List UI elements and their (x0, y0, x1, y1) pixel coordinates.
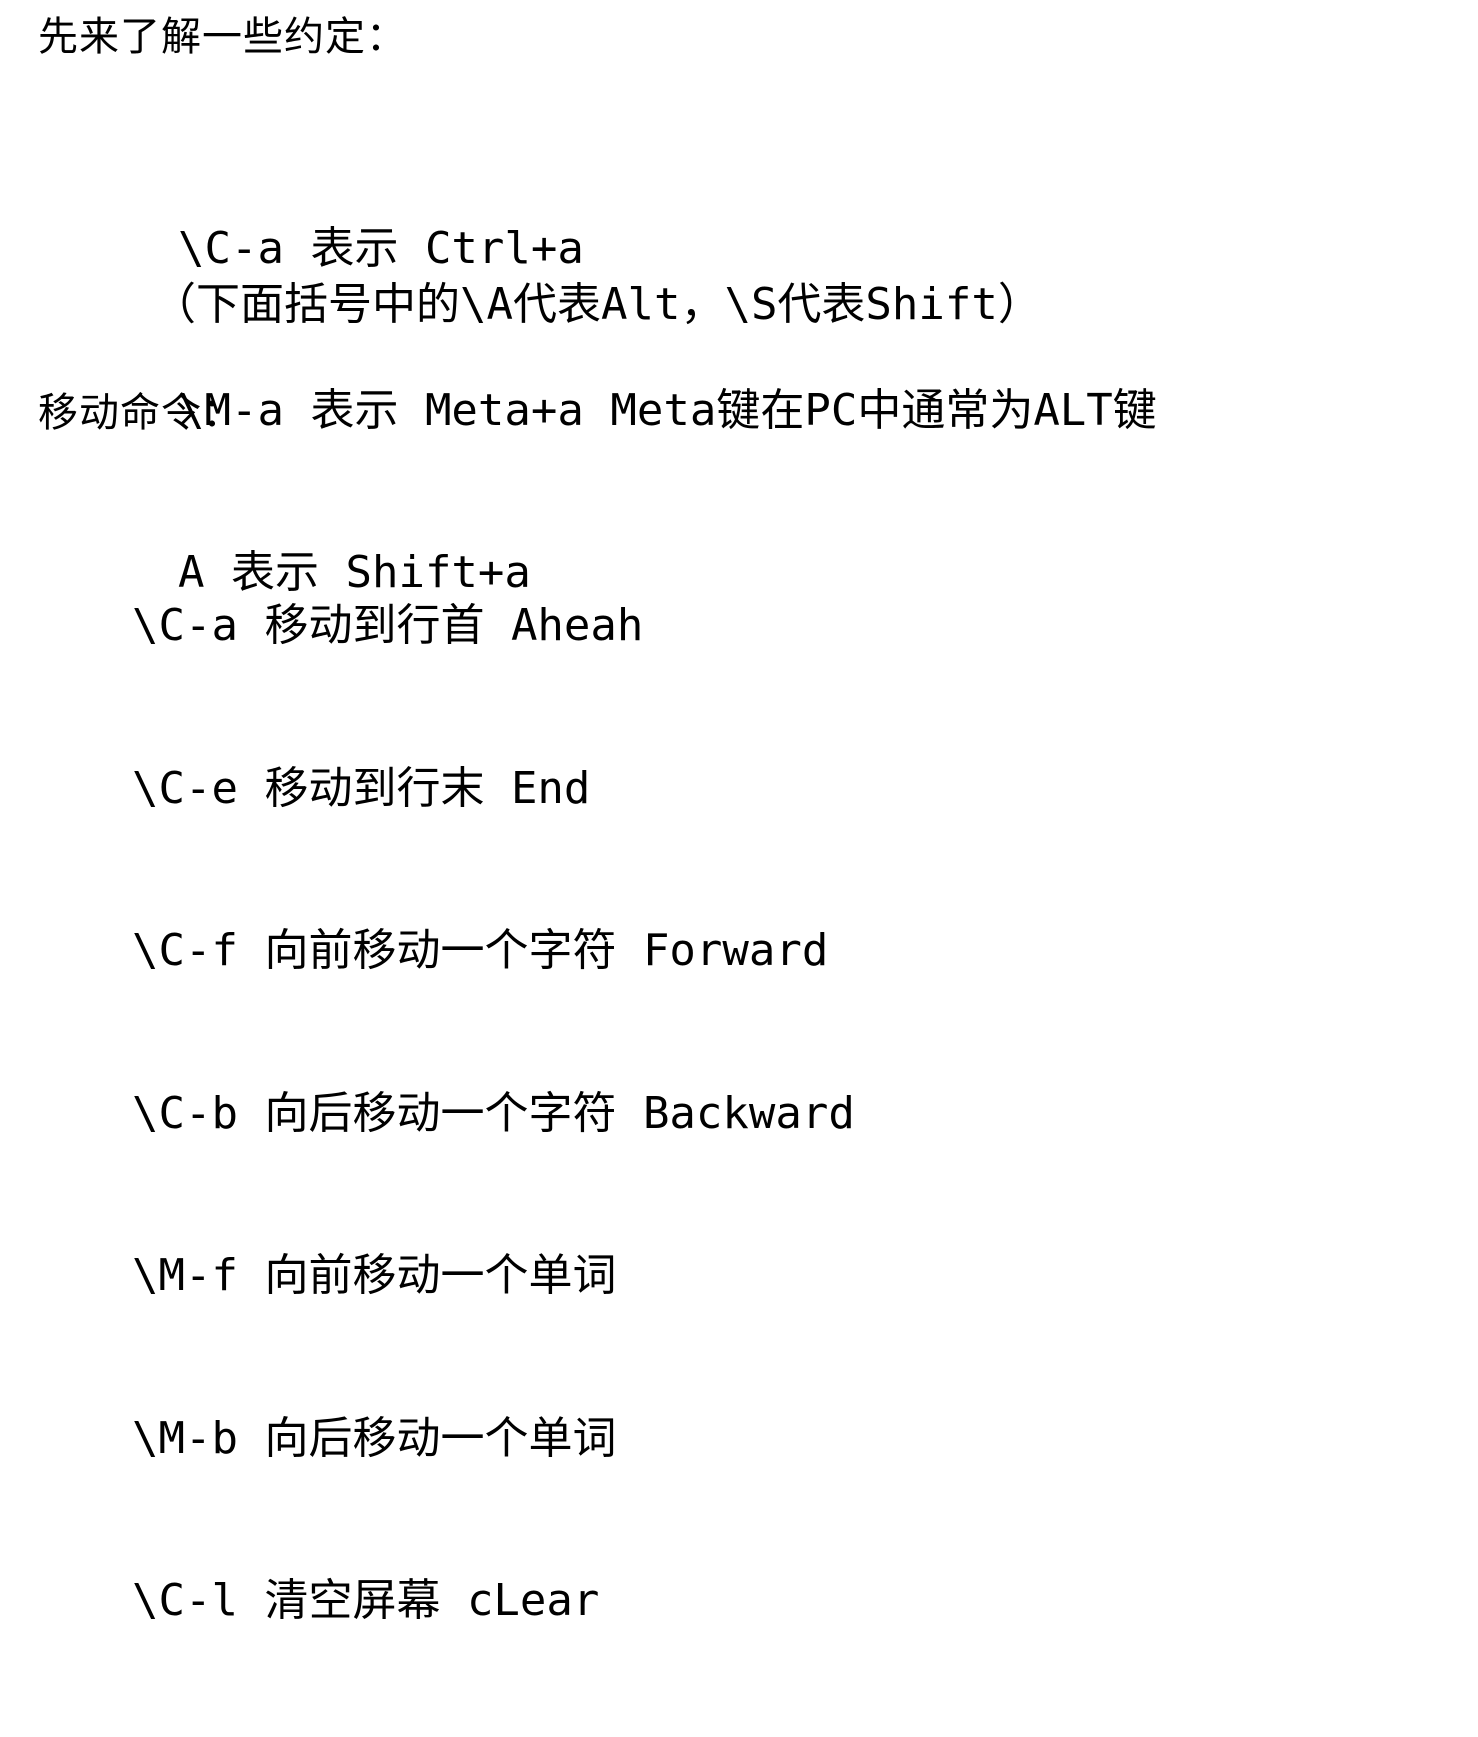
command-item: \C-l 清空屏幕 cLear (132, 1575, 600, 1626)
command-item: \C-f 向前移动一个字符 Forward (132, 925, 829, 976)
document-page: 先来了解一些约定： \C-a 表示 Ctrl+a \M-a 表示 Meta+a … (0, 0, 1478, 1626)
conventions-heading: 先来了解一些约定： (38, 14, 407, 60)
convention-item: \M-a 表示 Meta+a Meta键在PC中通常为ALT键 (178, 385, 1157, 436)
convention-item: \C-a 表示 Ctrl+a (178, 223, 584, 274)
command-item: \C-e 移动到行末 End (132, 762, 591, 814)
command-item: \C-b 向后移动一个字符 Backward (132, 1087, 855, 1139)
movement-command-list: \C-a 移动到行首 Aheah \C-e 移动到行末 End \C-f 向前移… (132, 491, 855, 1737)
command-item: \M-b 向后移动一个单词 (132, 1412, 617, 1464)
movement-heading: 移动命令： (38, 390, 243, 436)
conventions-note: （下面括号中的\A代表Alt，\S代表Shift） (152, 279, 1042, 330)
command-item: \C-a 移动到行首 Aheah (132, 600, 644, 651)
command-item: \M-f 向前移动一个单词 (132, 1250, 617, 1301)
